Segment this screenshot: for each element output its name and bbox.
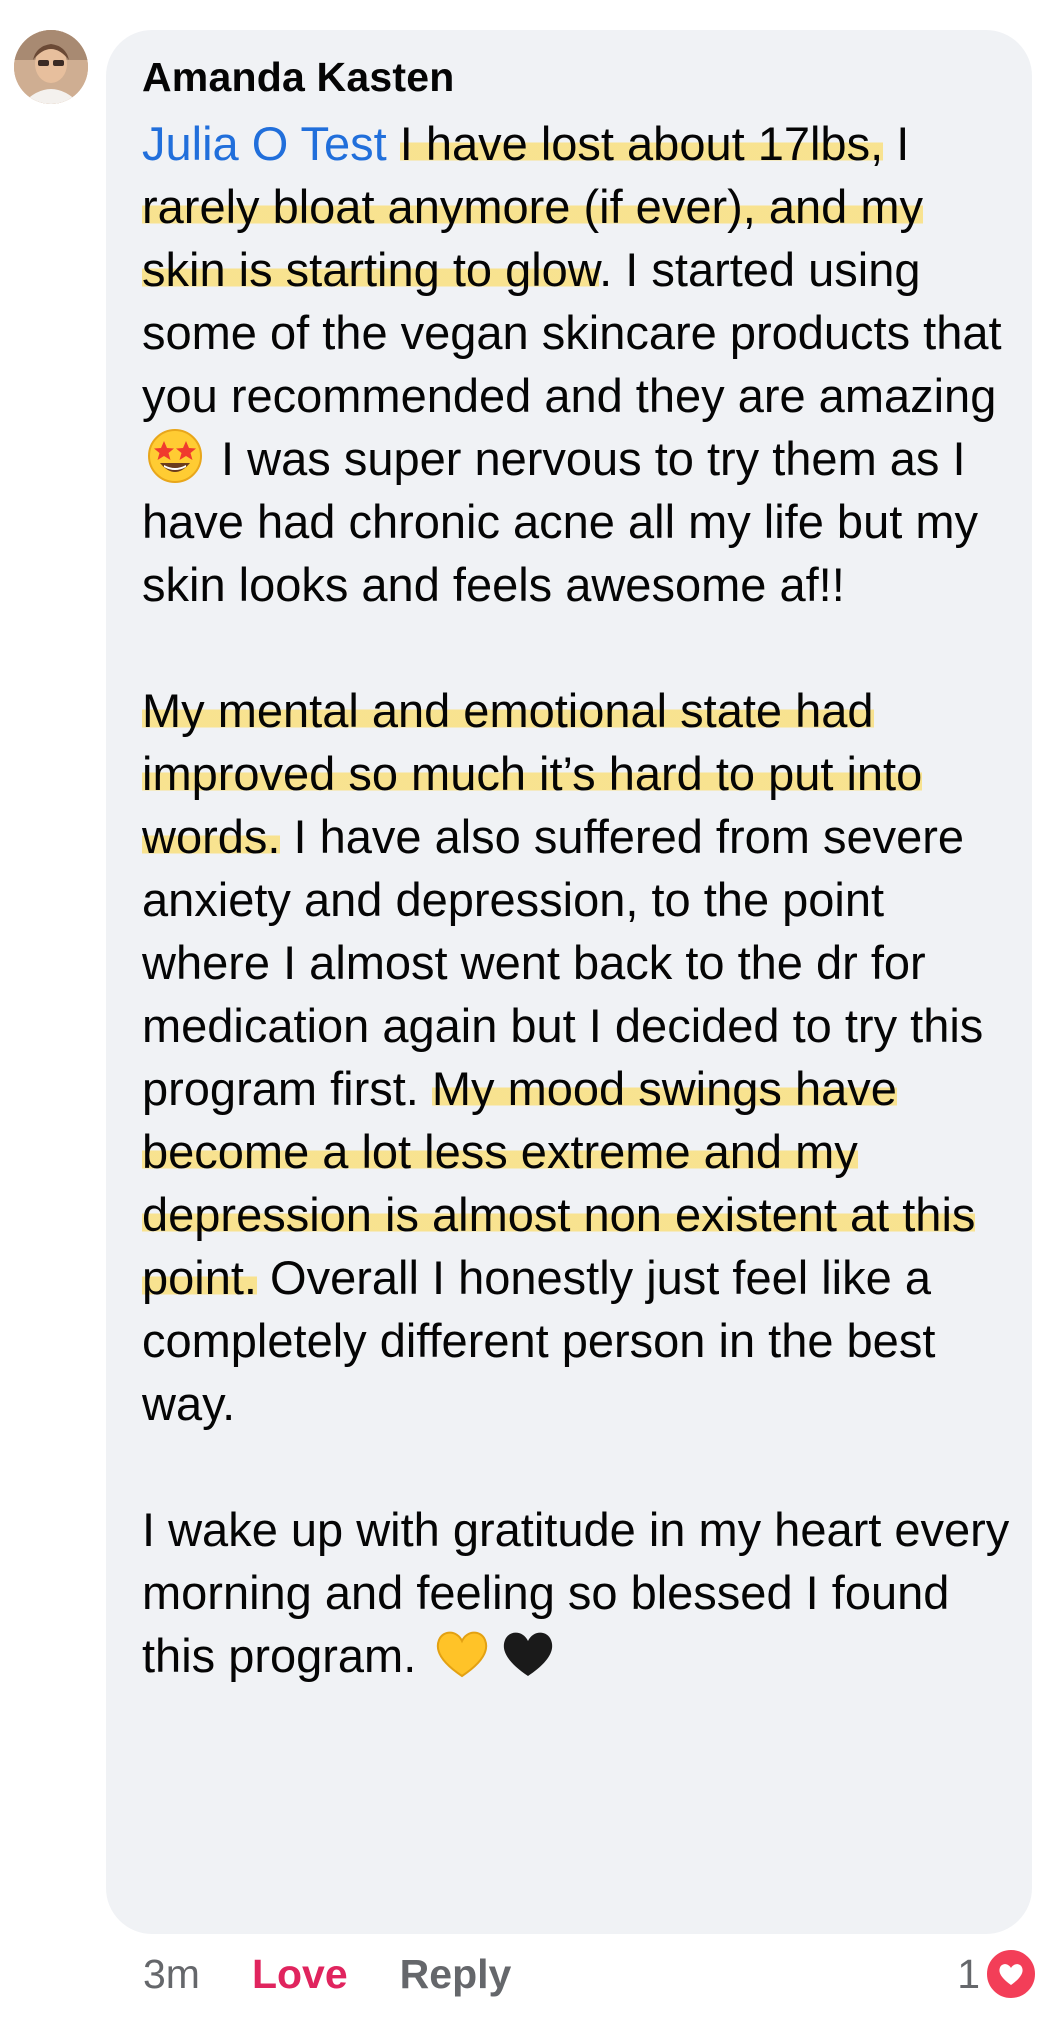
- highlighted-text: I have lost about 17lbs,: [399, 117, 884, 170]
- reply-button[interactable]: Reply: [400, 1951, 512, 1998]
- comment-paragraph-2: My mental and emotional state had improv…: [142, 679, 1012, 1435]
- yellow-heart-emoji: [433, 1624, 491, 1682]
- comment-bubble: Amanda Kasten Julia O Test I have lost a…: [106, 30, 1032, 1934]
- black-heart-emoji: [499, 1624, 557, 1682]
- love-reaction-icon: [984, 1947, 1038, 2001]
- comment-paragraph-3: I wake up with gratitude in my heart eve…: [142, 1498, 1012, 1687]
- comment-text: Julia O Test I have lost about 17lbs, I …: [142, 112, 1012, 1687]
- star-struck-emoji: [146, 427, 204, 485]
- comment-timestamp[interactable]: 3m: [143, 1951, 200, 1998]
- mention-link[interactable]: Julia O Test: [142, 117, 387, 170]
- comment-text-segment: I: [883, 117, 910, 170]
- comment-text-segment: Overall I honestly just feel like a comp…: [142, 1251, 936, 1430]
- reaction-summary[interactable]: 1: [957, 1944, 1038, 2004]
- comment-text-segment: I was super nervous to try them as I hav…: [142, 432, 978, 611]
- comment-text-segment: [387, 117, 400, 170]
- comment-paragraph-1: Julia O Test I have lost about 17lbs, I …: [142, 112, 1012, 616]
- avatar[interactable]: [14, 30, 88, 104]
- comment-actions: 3m Love Reply: [143, 1944, 511, 2004]
- reaction-count: 1: [957, 1950, 980, 1997]
- love-reaction-button[interactable]: Love: [252, 1951, 348, 1998]
- comment-author[interactable]: Amanda Kasten: [142, 54, 454, 101]
- comment-text-segment: I wake up with gratitude in my heart eve…: [142, 1503, 1010, 1682]
